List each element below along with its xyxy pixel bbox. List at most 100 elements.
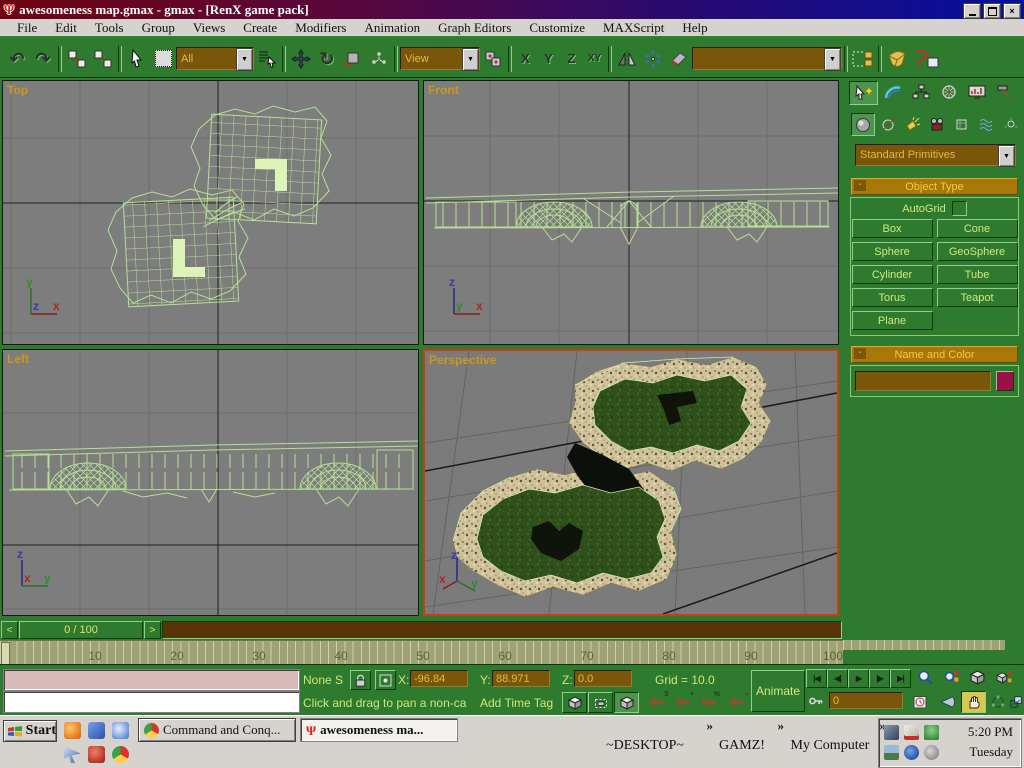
viewport-front-label[interactable]: Front xyxy=(428,83,459,97)
restrict-x-button[interactable]: X xyxy=(514,47,537,70)
material-editor-button[interactable] xyxy=(666,46,692,72)
go-to-start-button[interactable]: |◀ xyxy=(806,669,827,688)
wireframe-override-button[interactable] xyxy=(588,692,613,713)
task-button-awesomeness-map[interactable]: Ψ awesomeness ma... xyxy=(300,718,458,742)
use-pivot-point-button[interactable] xyxy=(480,46,506,72)
minimize-button[interactable] xyxy=(963,3,981,19)
current-frame-field[interactable] xyxy=(829,692,903,709)
tab-hierarchy[interactable] xyxy=(907,81,934,103)
viewport-left[interactable]: Left xyxy=(2,349,419,616)
time-slider-thumb[interactable]: 0 / 100 xyxy=(19,621,143,639)
plane-button[interactable]: Plane xyxy=(852,311,933,330)
time-slider-next-button[interactable]: > xyxy=(144,621,161,639)
field-of-view-button[interactable] xyxy=(935,692,958,711)
tube-button[interactable]: Tube xyxy=(937,265,1018,284)
autogrid-checkbox[interactable] xyxy=(952,201,967,216)
set-key-position-button[interactable]: 3 xyxy=(646,692,668,711)
menu-animation[interactable]: Animation xyxy=(355,20,429,36)
media-player-icon[interactable] xyxy=(112,722,129,739)
zoom-button[interactable] xyxy=(914,668,937,687)
restrict-z-button[interactable]: Z xyxy=(560,47,583,70)
scheduler-icon[interactable] xyxy=(904,725,919,740)
z-coordinate-field[interactable] xyxy=(574,670,632,687)
object-color-swatch[interactable] xyxy=(996,371,1014,391)
menu-modifiers[interactable]: Modifiers xyxy=(286,20,355,36)
tab-create[interactable] xyxy=(849,81,878,105)
degradation-override-button[interactable] xyxy=(562,692,587,713)
category-spacewarps[interactable] xyxy=(975,113,997,134)
menu-create[interactable]: Create xyxy=(234,20,286,36)
restore-button[interactable] xyxy=(983,3,1001,19)
macro-recorder-input[interactable] xyxy=(4,670,303,692)
zoom-extents-all-button[interactable] xyxy=(992,668,1015,687)
y-coordinate-field[interactable] xyxy=(492,670,550,687)
volume-icon[interactable] xyxy=(924,745,939,760)
menu-graph-editors[interactable]: Graph Editors xyxy=(429,20,520,36)
rectangular-selection-region-button[interactable] xyxy=(150,46,176,72)
material-navigator-button[interactable] xyxy=(884,46,910,72)
select-and-link-button[interactable] xyxy=(64,46,90,72)
speaker-icon[interactable] xyxy=(884,725,899,740)
name-color-rollout-header[interactable]: - Name and Color xyxy=(851,346,1018,363)
previous-frame-button[interactable]: ◀| xyxy=(827,669,848,688)
y-coordinate-input[interactable] xyxy=(496,671,546,686)
align-button[interactable] xyxy=(640,46,666,72)
absolute-offset-mode-button[interactable] xyxy=(375,670,396,690)
torus-button[interactable]: Torus xyxy=(852,288,933,307)
chrome-icon[interactable] xyxy=(112,746,129,763)
key-mode-toggle[interactable] xyxy=(806,692,825,709)
tab-utilities[interactable] xyxy=(991,81,1018,103)
menu-group[interactable]: Group xyxy=(133,20,184,36)
dropdown-arrow-icon[interactable]: ▼ xyxy=(236,48,253,71)
viewport-perspective[interactable]: Perspective xyxy=(423,349,839,616)
documents-icon[interactable] xyxy=(88,722,105,739)
undo-button[interactable]: ↶ xyxy=(4,46,30,72)
select-and-manipulate-button[interactable] xyxy=(366,46,392,72)
cylinder-button[interactable]: Cylinder xyxy=(852,265,933,284)
teapot-button[interactable]: Teapot xyxy=(937,288,1018,307)
pointer-icon[interactable] xyxy=(64,746,81,763)
viewport-top-label[interactable]: Top xyxy=(7,83,28,97)
selection-lock-toggle[interactable] xyxy=(350,670,371,690)
x-coordinate-field[interactable] xyxy=(410,670,468,687)
track-bar[interactable]: 10 20 30 40 50 60 70 80 90 100 xyxy=(0,640,843,665)
set-key-scale-button[interactable]: % xyxy=(698,692,720,711)
category-shapes[interactable] xyxy=(877,113,899,134)
collapse-icon[interactable]: - xyxy=(854,348,866,359)
viewport-left-label[interactable]: Left xyxy=(7,352,29,366)
object-name-field[interactable] xyxy=(855,371,991,391)
add-time-tag-button[interactable]: Add Time Tag xyxy=(480,696,553,710)
dropdown-arrow-icon[interactable]: ▼ xyxy=(824,48,841,71)
listener-input[interactable] xyxy=(4,692,303,714)
category-geometry[interactable] xyxy=(851,113,875,136)
menu-tools[interactable]: Tools xyxy=(86,20,133,36)
menu-customize[interactable]: Customize xyxy=(520,20,594,36)
box-button[interactable]: Box xyxy=(852,219,933,238)
shaded-mode-button[interactable] xyxy=(614,692,639,713)
key-filters-button[interactable]: ▫ xyxy=(726,692,748,711)
collapse-icon[interactable]: - xyxy=(854,180,866,191)
mirror-button[interactable] xyxy=(614,46,640,72)
user-icon[interactable] xyxy=(924,725,939,740)
listener-field[interactable] xyxy=(3,691,300,713)
category-helpers[interactable] xyxy=(951,113,973,134)
unlink-selection-button[interactable] xyxy=(90,46,116,72)
opera-icon[interactable] xyxy=(88,746,105,763)
clock-icon[interactable] xyxy=(904,745,919,760)
pan-view-button[interactable] xyxy=(961,691,986,713)
named-selection-sets-dropdown[interactable]: ▼ xyxy=(692,47,842,70)
macro-recorder-field[interactable] xyxy=(3,669,300,691)
viewport-top[interactable]: Top y x z xyxy=(2,80,419,345)
restrict-xy-plane-button[interactable]: XY xyxy=(583,47,606,70)
cone-button[interactable]: Cone xyxy=(937,219,1018,238)
menu-file[interactable]: File xyxy=(8,20,46,36)
tab-motion[interactable] xyxy=(935,81,962,103)
sphere-button[interactable]: Sphere xyxy=(852,242,933,261)
menu-edit[interactable]: Edit xyxy=(46,20,86,36)
time-slider-track[interactable] xyxy=(162,621,842,639)
select-and-move-button[interactable] xyxy=(288,46,314,72)
schematic-view-button[interactable] xyxy=(910,46,944,72)
current-frame-input[interactable] xyxy=(833,693,899,708)
redo-button[interactable]: ↷ xyxy=(30,46,56,72)
start-button[interactable]: Start xyxy=(3,720,57,742)
